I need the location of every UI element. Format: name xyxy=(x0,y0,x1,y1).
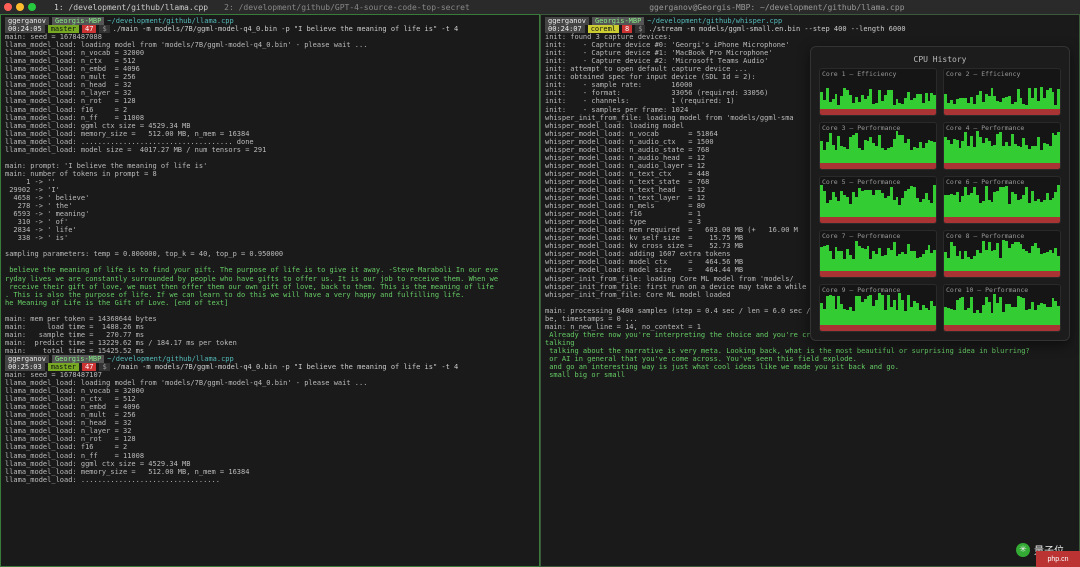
window-title: ggerganov@Georgis-MBP: ~/development/git… xyxy=(478,3,1076,12)
title-bar: 1: /development/github/llama.cpp 2: /dev… xyxy=(0,0,1080,14)
cpu-bars xyxy=(820,185,936,223)
window-controls[interactable] xyxy=(4,3,36,11)
cpu-bars xyxy=(944,131,1060,169)
cpu-bars xyxy=(820,131,936,169)
cpu-core-1: Core 1 — Efficiency xyxy=(819,68,937,116)
output-3: main: seed = 1678487107 llama_model_load… xyxy=(5,371,535,484)
cpu-bars xyxy=(944,239,1060,277)
tab-2[interactable]: 2: /development/github/GPT-4-source-code… xyxy=(216,3,478,12)
time-seg: 00:24:05 xyxy=(5,25,45,33)
terminal-left[interactable]: ggerganov Georgis-MBP ~/development/gith… xyxy=(0,14,540,567)
cpu-title: CPU History xyxy=(819,55,1061,64)
cpu-core-6: Core 6 — Performance xyxy=(943,176,1061,224)
generated-text: believe the meaning of life is to find y… xyxy=(5,266,535,306)
user-seg: ggerganov xyxy=(5,17,49,25)
command-1: ./main -m models/7B/ggml-model-q4_0.bin … xyxy=(113,25,459,33)
branch-seg: master xyxy=(48,25,79,33)
command-2: ./main -m models/7B/ggml-model-q4_0.bin … xyxy=(113,363,459,371)
arrow-seg: $ xyxy=(99,25,109,33)
cpu-bars xyxy=(944,77,1060,115)
php-badge: php.cn xyxy=(1036,551,1080,567)
cpu-bars xyxy=(820,293,936,331)
cpu-bars xyxy=(944,185,1060,223)
cpu-bars xyxy=(944,293,1060,331)
cpu-core-4: Core 4 — Performance xyxy=(943,122,1061,170)
tab-1[interactable]: 1: /development/github/llama.cpp xyxy=(46,3,216,12)
cpu-core-8: Core 8 — Performance xyxy=(943,230,1061,278)
prompt-2: ggerganov Georgis-MBP ~/development/gith… xyxy=(5,355,535,363)
zoom-icon[interactable] xyxy=(28,3,36,11)
prompt-1b: 00:24:05 master 47 $ ./main -m models/7B… xyxy=(5,25,535,33)
cpu-core-7: Core 7 — Performance xyxy=(819,230,937,278)
count-seg: 47 xyxy=(82,25,96,33)
cpu-core-3: Core 3 — Performance xyxy=(819,122,937,170)
cpu-bars xyxy=(820,239,936,277)
cpu-core-2: Core 2 — Efficiency xyxy=(943,68,1061,116)
command-r: ./stream -m models/ggml-small.en.bin --s… xyxy=(648,25,905,33)
prompt-r: ggerganov Georgis-MBP ~/development/gith… xyxy=(545,17,1075,25)
cpu-bars xyxy=(820,77,936,115)
output-1: main: seed = 1678487088 llama_model_load… xyxy=(5,33,535,266)
wechat-icon: ✳ xyxy=(1016,543,1030,557)
branch-seg: coreml xyxy=(588,25,619,33)
prompt-2b: 00:25:03 master 47 $ ./main -m models/7B… xyxy=(5,363,535,371)
prompt-1: ggerganov Georgis-MBP ~/development/gith… xyxy=(5,17,535,25)
cpu-core-5: Core 5 — Performance xyxy=(819,176,937,224)
close-icon[interactable] xyxy=(4,3,12,11)
cpu-history-window[interactable]: CPU History Core 1 — EfficiencyCore 2 — … xyxy=(810,46,1070,341)
minimize-icon[interactable] xyxy=(16,3,24,11)
host-seg: Georgis-MBP xyxy=(52,17,104,25)
path: ~/development/github/llama.cpp xyxy=(107,17,233,25)
cpu-core-10: Core 10 — Performance xyxy=(943,284,1061,332)
output-2: main: mem per token = 14368644 bytes mai… xyxy=(5,307,535,355)
cpu-core-9: Core 9 — Performance xyxy=(819,284,937,332)
prompt-rb: 00:24:07 coreml 8 $ ./stream -m models/g… xyxy=(545,25,1075,33)
